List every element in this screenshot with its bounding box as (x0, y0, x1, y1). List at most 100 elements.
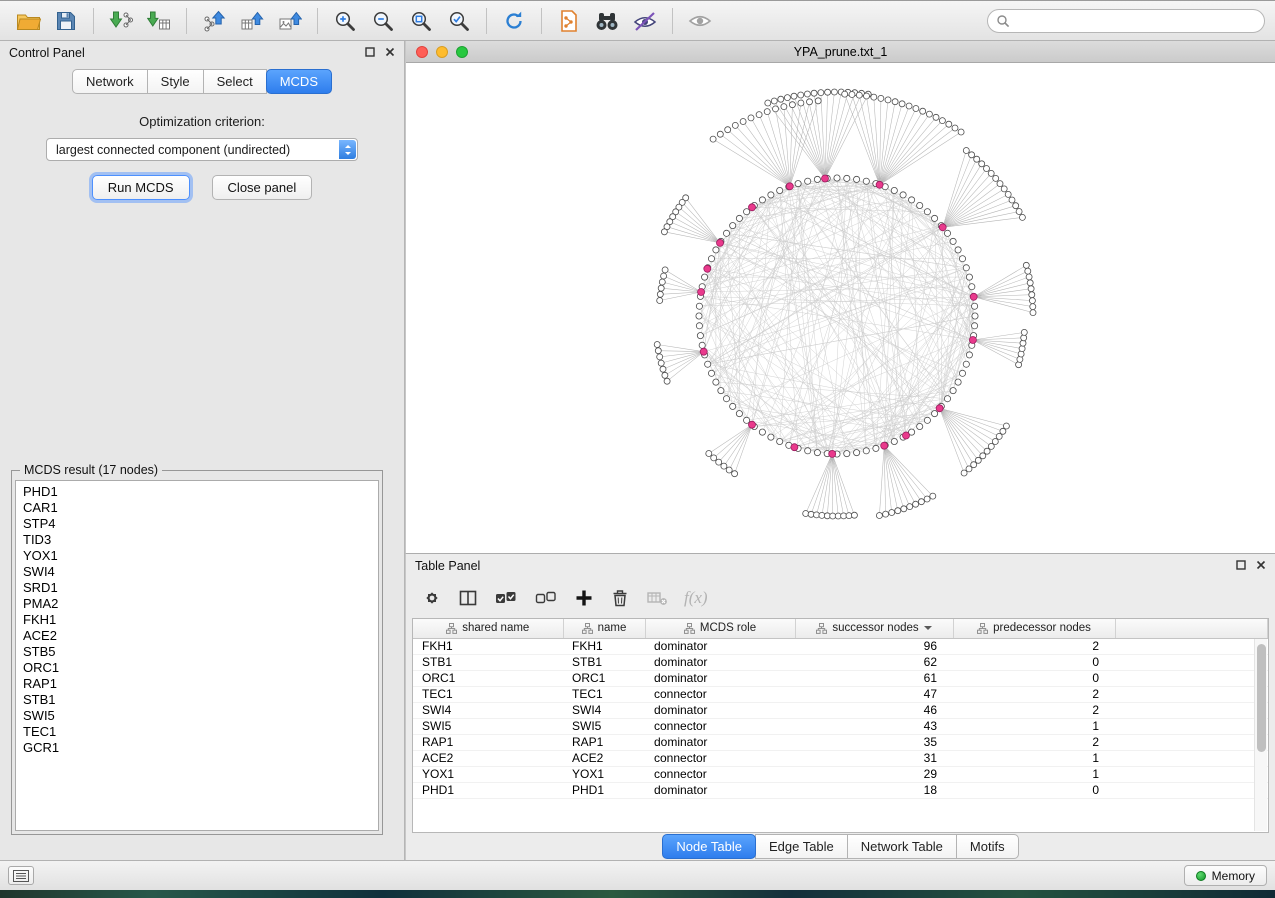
float-table-panel-icon[interactable] (1236, 559, 1246, 573)
function-builder-button-disabled: f(x) (684, 588, 708, 608)
scrollbar-thumb[interactable] (1257, 644, 1266, 752)
table-row[interactable]: SWI5SWI5connector431 (413, 718, 1268, 734)
table-row[interactable]: FKH1FKH1dominator962 (413, 638, 1268, 654)
tab-network[interactable]: Network (72, 69, 148, 94)
node-table-body: FKH1FKH1dominator962STB1STB1dominator620… (413, 638, 1268, 798)
hide-selected-button[interactable] (627, 5, 663, 37)
tab-style[interactable]: Style (147, 69, 204, 94)
result-node[interactable]: STB1 (23, 692, 371, 708)
export-image-button[interactable] (272, 5, 308, 37)
table-cell: TEC1 (563, 686, 645, 702)
table-cell: dominator (645, 638, 795, 654)
table-row[interactable]: ORC1ORC1dominator610 (413, 670, 1268, 686)
zoom-out-button[interactable] (365, 5, 401, 37)
network-canvas[interactable] (406, 63, 1272, 551)
save-session-button[interactable] (48, 5, 84, 37)
deselect-all-button[interactable] (534, 588, 558, 608)
result-node[interactable]: PMA2 (23, 596, 371, 612)
criterion-dropdown[interactable]: largest connected component (undirected) (46, 138, 358, 161)
tab-select[interactable]: Select (203, 69, 267, 94)
import-table-button[interactable] (141, 5, 177, 37)
float-panel-icon[interactable] (365, 46, 375, 60)
show-columns-button[interactable] (458, 588, 478, 608)
result-node[interactable]: SWI5 (23, 708, 371, 724)
table-row[interactable]: STB1STB1dominator620 (413, 654, 1268, 670)
tab-network-table[interactable]: Network Table (847, 834, 957, 859)
minimize-window-icon[interactable] (436, 46, 448, 58)
zoom-fit-button[interactable] (403, 5, 439, 37)
table-row[interactable]: RAP1RAP1dominator352 (413, 734, 1268, 750)
import-network-button[interactable] (103, 5, 139, 37)
refresh-button[interactable] (496, 5, 532, 37)
add-column-button[interactable] (574, 588, 594, 608)
open-file-button[interactable] (10, 5, 46, 37)
result-node[interactable]: FKH1 (23, 612, 371, 628)
result-node[interactable]: SWI4 (23, 564, 371, 580)
node-table-container: shared name name MCDS role successor nod… (412, 618, 1269, 833)
close-table-panel-icon[interactable] (1256, 559, 1266, 573)
search-input[interactable] (1016, 14, 1256, 28)
table-cell: 1 (953, 766, 1115, 782)
result-node[interactable]: YOX1 (23, 548, 371, 564)
column-header-mcds-role[interactable]: MCDS role (645, 619, 795, 638)
first-neighbors-button[interactable] (589, 5, 625, 37)
column-type-icon (816, 623, 827, 634)
export-table-button[interactable] (234, 5, 270, 37)
tab-mcds[interactable]: MCDS (266, 69, 332, 94)
show-all-button[interactable] (682, 5, 718, 37)
network-view: YPA_prune.txt_1 (405, 41, 1275, 553)
table-cell: 62 (795, 654, 953, 670)
table-row[interactable]: YOX1YOX1connector291 (413, 766, 1268, 782)
zoom-selected-button[interactable] (441, 5, 477, 37)
result-node[interactable]: ORC1 (23, 660, 371, 676)
result-node[interactable]: TID3 (23, 532, 371, 548)
column-header-shared-name[interactable]: shared name (413, 619, 563, 638)
result-node[interactable]: SRD1 (23, 580, 371, 596)
table-row[interactable]: PHD1PHD1dominator180 (413, 782, 1268, 798)
table-cell: dominator (645, 702, 795, 718)
export-network-button[interactable] (196, 5, 232, 37)
result-node[interactable]: PHD1 (23, 484, 371, 500)
select-all-button[interactable] (494, 588, 518, 608)
close-panel-button[interactable]: Close panel (212, 175, 313, 200)
maximize-window-icon[interactable] (456, 46, 468, 58)
memory-button[interactable]: Memory (1184, 865, 1267, 886)
result-node[interactable]: RAP1 (23, 676, 371, 692)
node-table: shared name name MCDS role successor nod… (413, 619, 1268, 799)
table-cell: YOX1 (563, 766, 645, 782)
zoom-in-button[interactable] (327, 5, 363, 37)
mcds-result-list[interactable]: PHD1CAR1STP4TID3YOX1SWI4SRD1PMA2FKH1ACE2… (15, 480, 379, 831)
column-type-icon (446, 623, 457, 634)
control-panel: Control Panel Network Style Select MCDS … (0, 41, 405, 860)
clone-network-button[interactable] (551, 5, 587, 37)
search-box[interactable] (987, 9, 1265, 33)
optimization-criterion-label: Optimization criterion: (0, 114, 404, 129)
table-row[interactable]: ACE2ACE2connector311 (413, 750, 1268, 766)
result-node[interactable]: GCR1 (23, 740, 371, 756)
column-header-name[interactable]: name (563, 619, 645, 638)
result-node[interactable]: TEC1 (23, 724, 371, 740)
tab-edge-table[interactable]: Edge Table (755, 834, 848, 859)
status-list-button[interactable] (8, 866, 34, 885)
right-pane: YPA_prune.txt_1 Table Panel (405, 41, 1275, 860)
table-scrollbar[interactable] (1254, 639, 1267, 831)
close-panel-icon[interactable] (385, 46, 395, 60)
close-window-icon[interactable] (416, 46, 428, 58)
table-cell: STB1 (563, 654, 645, 670)
result-node[interactable]: STP4 (23, 516, 371, 532)
table-row[interactable]: TEC1TEC1connector472 (413, 686, 1268, 702)
table-cell: STB1 (413, 654, 563, 670)
delete-column-button[interactable] (610, 588, 630, 608)
delete-table-icon (646, 588, 668, 608)
tab-node-table[interactable]: Node Table (662, 834, 756, 859)
column-header-predecessor-nodes[interactable]: predecessor nodes (953, 619, 1115, 638)
tab-motifs[interactable]: Motifs (956, 834, 1019, 859)
result-node[interactable]: ACE2 (23, 628, 371, 644)
column-header-successor-nodes[interactable]: successor nodes (795, 619, 953, 638)
table-cell: 43 (795, 718, 953, 734)
table-settings-button[interactable] (422, 588, 442, 608)
table-row[interactable]: SWI4SWI4dominator462 (413, 702, 1268, 718)
result-node[interactable]: CAR1 (23, 500, 371, 516)
result-node[interactable]: STB5 (23, 644, 371, 660)
run-mcds-button[interactable]: Run MCDS (92, 175, 190, 200)
